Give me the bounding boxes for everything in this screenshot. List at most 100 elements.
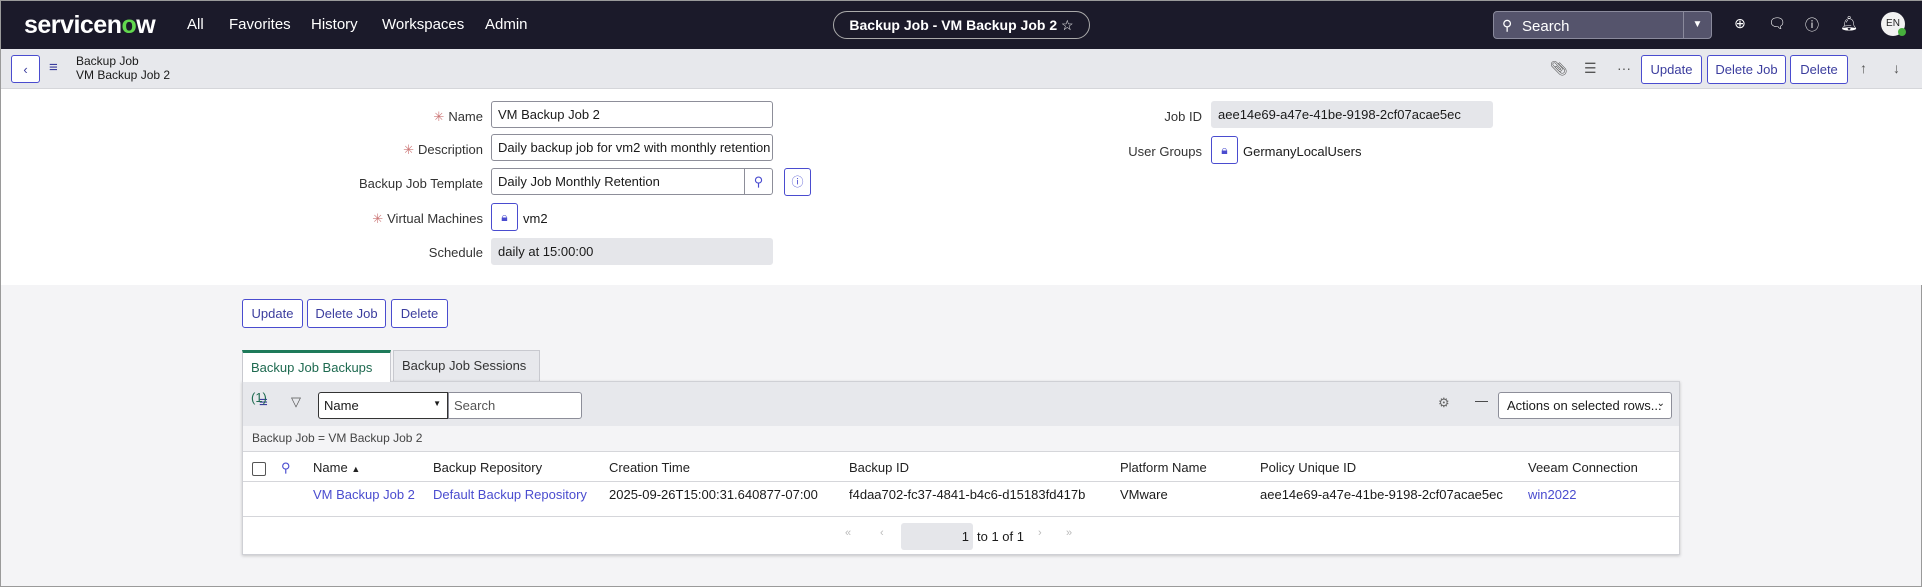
paperclip-icon[interactable]: 📎︎ bbox=[1550, 60, 1568, 77]
sort-ascending-icon: ▲ bbox=[351, 464, 361, 474]
actions-value: Actions on selected rows... bbox=[1507, 398, 1662, 413]
record-title: Backup Job - VM Backup Job 2 bbox=[849, 17, 1058, 33]
search-icon: ⚲ bbox=[1502, 17, 1513, 33]
delete-job-button[interactable]: Delete Job bbox=[1707, 55, 1786, 84]
required-icon: ✳ bbox=[403, 142, 414, 157]
search-input[interactable]: Search bbox=[1522, 18, 1570, 35]
page-input[interactable]: 1 bbox=[901, 523, 973, 550]
form-delete-job-button[interactable]: Delete Job bbox=[307, 299, 386, 328]
next-page-icon[interactable]: › bbox=[1038, 527, 1042, 539]
search-field-select[interactable]: Name ▼ bbox=[318, 392, 448, 419]
description-label-text: Description bbox=[417, 142, 483, 157]
first-page-icon[interactable]: « bbox=[845, 527, 851, 539]
form-header: ‹ ≡ Backup Job VM Backup Job 2 📎︎ ☰ ··· … bbox=[1, 49, 1922, 89]
column-header-backup-repository[interactable]: Backup Repository bbox=[433, 460, 542, 475]
caret-down-icon: ▼ bbox=[433, 399, 441, 408]
star-icon[interactable]: ☆ bbox=[1061, 17, 1074, 33]
avatar[interactable]: EN bbox=[1881, 12, 1906, 36]
avatar-initials: EN bbox=[1886, 18, 1900, 29]
nav-admin[interactable]: Admin bbox=[485, 16, 528, 33]
tab-backup-job-backups[interactable]: Backup Job Backups (1) bbox=[242, 350, 391, 405]
breadcrumb-table: Backup Job bbox=[76, 54, 139, 68]
select-all-checkbox[interactable] bbox=[252, 462, 266, 476]
lock-icon[interactable]: 🔒︎ bbox=[491, 203, 518, 231]
chat-icon[interactable]: 🗨 bbox=[1767, 15, 1787, 32]
servicenow-logo[interactable]: servicenow bbox=[24, 11, 156, 40]
chevron-down-icon: ⌄ bbox=[1656, 398, 1665, 409]
breadcrumb-record: VM Backup Job 2 bbox=[76, 68, 171, 82]
column-header-name[interactable]: Name ▲ bbox=[313, 460, 360, 475]
next-record-icon[interactable]: ↓ bbox=[1893, 60, 1900, 76]
user-groups-value: GermanyLocalUsers bbox=[1243, 144, 1362, 159]
cell-name-link[interactable]: VM Backup Job 2 bbox=[313, 487, 415, 502]
bell-icon[interactable]: 🔔︎ bbox=[1839, 15, 1859, 32]
help-icon[interactable]: ⓘ bbox=[1802, 15, 1822, 35]
schedule-field: daily at 15:00:00 bbox=[491, 238, 773, 265]
update-button[interactable]: Update bbox=[1641, 55, 1702, 84]
cell-veeam-connection-link[interactable]: win2022 bbox=[1528, 487, 1576, 502]
schedule-label: Schedule bbox=[428, 245, 483, 260]
tab-backup-job-sessions[interactable]: Backup Job Sessions (4) bbox=[393, 350, 540, 403]
form-update-button[interactable]: Update bbox=[242, 299, 303, 328]
lock-icon[interactable]: 🔒︎ bbox=[1211, 136, 1238, 164]
search-field-value: Name bbox=[324, 398, 359, 413]
nav-all[interactable]: All bbox=[187, 16, 204, 33]
job-id-label: Job ID bbox=[1164, 109, 1202, 124]
list-search-input[interactable]: Search bbox=[448, 392, 582, 419]
previous-page-icon[interactable]: ‹ bbox=[880, 527, 884, 539]
filter-breadcrumb[interactable]: Backup Job = VM Backup Job 2 bbox=[243, 426, 1679, 452]
pager-range: to 1 of 1 bbox=[977, 529, 1024, 544]
cell-backup-repository-link[interactable]: Default Backup Repository bbox=[433, 487, 587, 502]
required-icon: ✳ bbox=[433, 109, 445, 124]
template-label: Backup Job Template bbox=[358, 176, 483, 191]
list-toolbar: ≡ ▽ Name▼ Search ⚙ — Actions on selected… bbox=[243, 382, 1679, 426]
collapse-icon[interactable]: — bbox=[1475, 393, 1488, 408]
nav-favorites[interactable]: Favorites bbox=[229, 16, 291, 33]
info-icon[interactable]: ⓘ bbox=[784, 168, 811, 196]
settings-sliders-icon[interactable]: ☰ bbox=[1584, 60, 1597, 77]
job-id-field: aee14e69-a47e-41be-9198-2cf07acae5ec bbox=[1211, 101, 1493, 128]
vms-label-text: Virtual Machines bbox=[387, 211, 483, 226]
cell-backup-id: f4daa702-fc37-4841-b4c6-d15183fd417b bbox=[849, 487, 1086, 502]
cell-platform-name: VMware bbox=[1120, 487, 1168, 502]
search-scope-dropdown[interactable]: ▼ bbox=[1683, 12, 1711, 38]
divider bbox=[243, 516, 1679, 517]
last-page-icon[interactable]: » bbox=[1066, 527, 1072, 539]
divider bbox=[243, 481, 1679, 482]
name-label: ✳ Name bbox=[183, 109, 483, 125]
column-header-veeam-connection[interactable]: Veeam Connection bbox=[1528, 460, 1638, 475]
record-title-pill[interactable]: Backup Job - VM Backup Job 2 ☆ bbox=[833, 11, 1090, 39]
column-header-platform-name[interactable]: Platform Name bbox=[1120, 460, 1207, 475]
column-header-creation-time[interactable]: Creation Time bbox=[609, 460, 690, 475]
more-icon[interactable]: ··· bbox=[1617, 60, 1631, 76]
name-label-text: Name bbox=[448, 109, 483, 124]
actions-select[interactable]: Actions on selected rows... ⌄ bbox=[1498, 392, 1672, 419]
nav-history[interactable]: History bbox=[311, 16, 358, 33]
back-button[interactable]: ‹ bbox=[11, 55, 40, 83]
template-value: Daily Job Monthly Retention bbox=[498, 174, 660, 189]
column-search-icon[interactable]: ⚲ bbox=[281, 460, 291, 476]
column-header-policy-unique-id[interactable]: Policy Unique ID bbox=[1260, 460, 1356, 475]
globe-icon[interactable]: ⊕ bbox=[1730, 15, 1750, 32]
gear-icon[interactable]: ⚙ bbox=[1438, 395, 1450, 411]
previous-record-icon[interactable]: ↑ bbox=[1860, 60, 1867, 76]
vms-label: ✳ Virtual Machines bbox=[183, 211, 483, 227]
filter-icon[interactable]: ▽ bbox=[291, 394, 301, 410]
menu-icon[interactable]: ≡ bbox=[49, 59, 58, 76]
top-nav-bar: servicenow All Favorites History Workspa… bbox=[1, 1, 1922, 49]
column-name-label: Name bbox=[313, 460, 348, 475]
related-list: ≡ ▽ Name▼ Search ⚙ — Actions on selected… bbox=[242, 381, 1680, 555]
lookup-search-icon[interactable]: ⚲ bbox=[744, 169, 772, 194]
global-search[interactable]: ⚲ Search ▼ bbox=[1493, 11, 1712, 39]
breadcrumb: Backup Job VM Backup Job 2 bbox=[76, 54, 170, 82]
template-field[interactable]: Daily Job Monthly Retention ⚲ bbox=[491, 168, 773, 195]
delete-button[interactable]: Delete bbox=[1790, 55, 1848, 84]
description-field[interactable]: Daily backup job for vm2 with monthly re… bbox=[491, 134, 773, 161]
form-delete-button[interactable]: Delete bbox=[391, 299, 448, 328]
description-label: ✳ Description bbox=[183, 142, 483, 158]
vms-value: vm2 bbox=[523, 211, 548, 226]
required-icon: ✳ bbox=[372, 211, 384, 226]
nav-workspaces[interactable]: Workspaces bbox=[382, 16, 464, 33]
column-header-backup-id[interactable]: Backup ID bbox=[849, 460, 909, 475]
name-field[interactable]: VM Backup Job 2 bbox=[491, 101, 773, 128]
